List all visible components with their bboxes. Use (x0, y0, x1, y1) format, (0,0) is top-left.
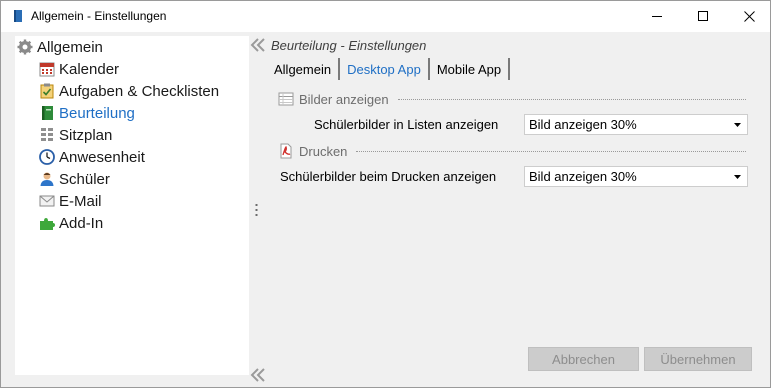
tree-item-label: Add-In (59, 214, 104, 232)
title-bar: Allgemein - Einstellungen (1, 1, 770, 32)
pdf-icon (280, 143, 292, 159)
splitter-handle[interactable] (255, 204, 258, 216)
seat-grid-icon (41, 128, 53, 141)
tab-mobile-app[interactable]: Mobile App (430, 58, 511, 80)
tree-item-label: Anwesenheit (59, 148, 145, 166)
minimize-button[interactable] (634, 1, 680, 32)
book-icon (42, 106, 53, 120)
collapse-panel-button[interactable] (250, 38, 266, 55)
section-title: Drucken (299, 143, 348, 159)
tab-allgemein[interactable]: Allgemein (267, 58, 341, 80)
section-title: Bilder anzeigen (299, 91, 389, 107)
tree-item-anwesenheit[interactable]: Anwesenheit (39, 147, 145, 167)
close-icon (743, 11, 755, 22)
listen-image-select[interactable]: Bild anzeigen 30% (524, 114, 748, 135)
settings-window: Allgemein - Einstellungen Allgemein Kale… (0, 0, 771, 388)
tree-item-beurteilung[interactable]: Beurteilung (39, 103, 135, 123)
gear-icon (17, 39, 33, 55)
tree-item-sitzplan[interactable]: Sitzplan (39, 125, 112, 145)
double-chevron-left-icon (250, 368, 265, 382)
tree-item-label: Allgemein (37, 38, 103, 56)
puzzle-icon (40, 218, 55, 230)
select-value: Bild anzeigen 30% (529, 169, 637, 184)
window-title: Allgemein - Einstellungen (31, 9, 167, 23)
settings-tree: Allgemein Kalender Aufgaben & Checkliste… (15, 36, 249, 375)
drucken-image-select[interactable]: Bild anzeigen 30% (524, 166, 748, 187)
chevron-down-icon (734, 122, 741, 127)
section-divider (398, 99, 746, 100)
double-chevron-left-icon (250, 38, 265, 52)
tree-item-label: Schüler (59, 170, 110, 188)
drag-handle-icon (255, 204, 258, 216)
table-icon (278, 92, 294, 106)
tree-item-label: Aufgaben & Checklisten (59, 82, 220, 100)
close-button[interactable] (726, 1, 771, 32)
tree-item-allgemein[interactable]: Allgemein (17, 37, 103, 57)
minimize-icon (651, 16, 662, 17)
clipboard-icon (40, 83, 54, 99)
calendar-icon (39, 62, 55, 77)
field-label-drucken: Schülerbilder beim Drucken anzeigen (280, 169, 497, 184)
cancel-button[interactable]: Abbrechen (528, 347, 639, 371)
field-label-listen: Schülerbilder in Listen anzeigen (314, 117, 499, 132)
tree-item-email[interactable]: E-Mail (39, 191, 102, 211)
section-bilder-anzeigen: Bilder anzeigen (278, 90, 389, 108)
chevron-down-icon (734, 174, 741, 179)
dropdown-arrow[interactable] (730, 169, 745, 184)
tree-item-kalender[interactable]: Kalender (39, 59, 119, 79)
page-title: Beurteilung - Einstellungen (271, 38, 427, 53)
dropdown-arrow[interactable] (730, 117, 745, 132)
clock-icon (39, 149, 55, 165)
tree-item-schueler[interactable]: Schüler (39, 169, 110, 189)
tree-item-label: E-Mail (59, 192, 102, 210)
tree-item-label: Beurteilung (59, 104, 135, 122)
student-icon (40, 172, 54, 186)
section-drucken: Drucken (278, 142, 347, 160)
maximize-icon (697, 11, 708, 21)
section-divider (356, 151, 746, 152)
tree-item-add-in[interactable]: Add-In (39, 213, 103, 233)
tree-item-aufgaben[interactable]: Aufgaben & Checklisten (39, 81, 219, 101)
tab-bar: Allgemein Desktop App Mobile App (267, 58, 511, 80)
tab-desktop-app[interactable]: Desktop App (340, 58, 430, 80)
apply-button[interactable]: Übernehmen (644, 347, 752, 371)
tree-item-label: Sitzplan (59, 126, 113, 144)
tree-item-label: Kalender (59, 60, 120, 78)
collapse-bottom-button[interactable] (250, 368, 266, 385)
select-value: Bild anzeigen 30% (529, 117, 637, 132)
app-icon (12, 9, 24, 23)
maximize-button[interactable] (680, 1, 726, 32)
envelope-icon (39, 195, 55, 207)
